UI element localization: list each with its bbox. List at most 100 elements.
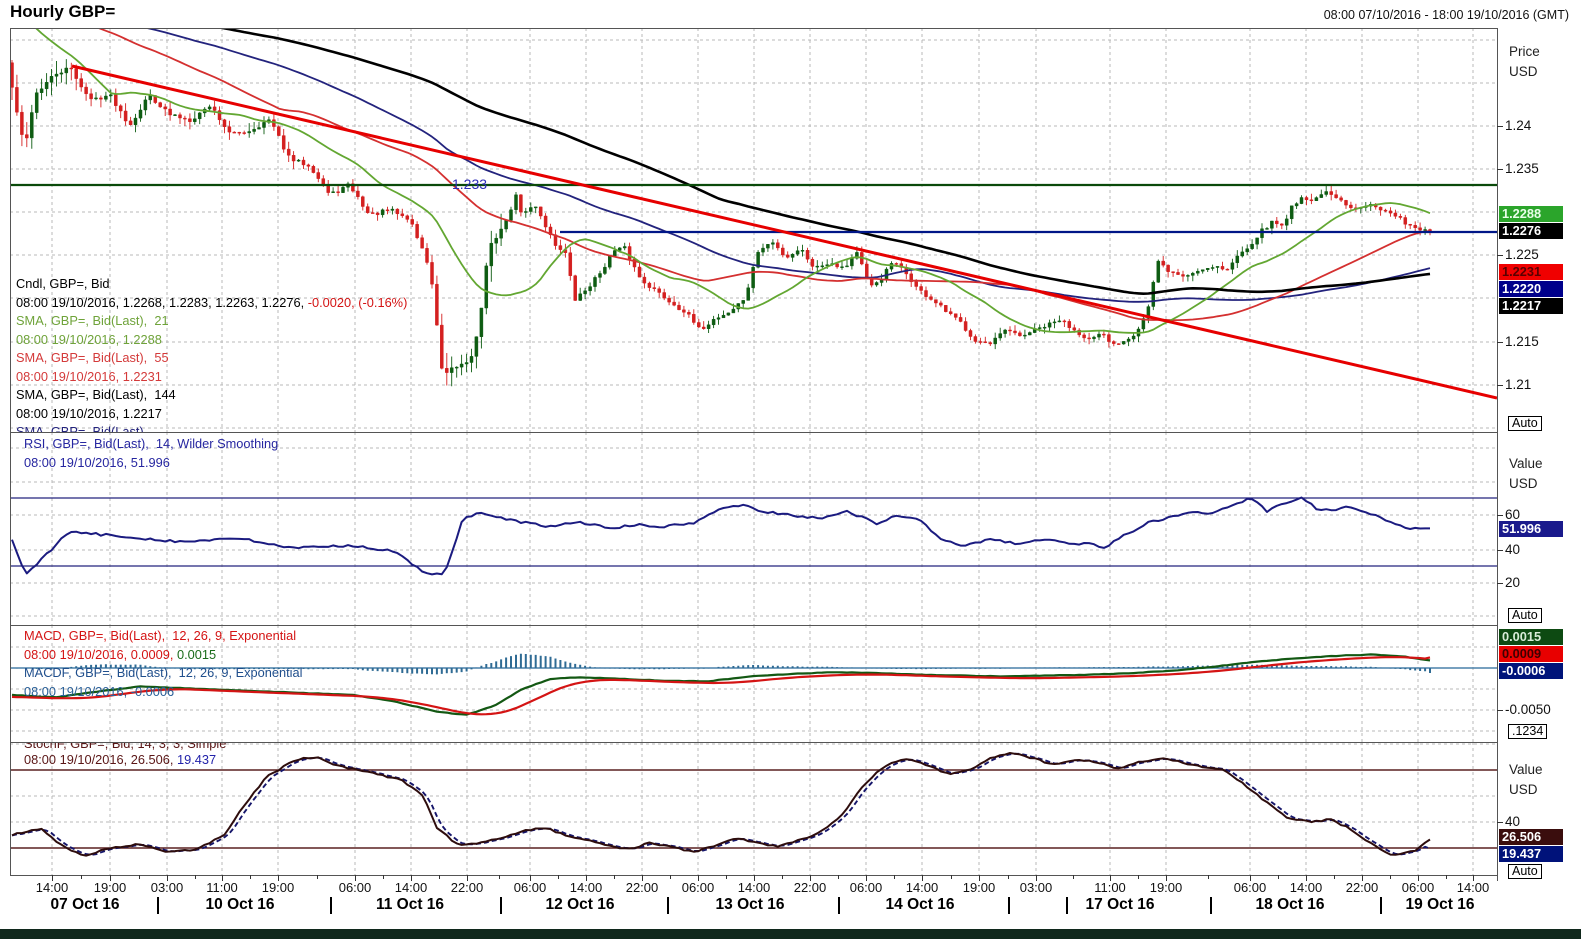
- date-separator: [1210, 897, 1212, 914]
- time-tickmark: [222, 875, 223, 881]
- date-label: 13 Oct 16: [716, 896, 785, 914]
- legend-line: 08:00 19/10/2016, 51.996: [24, 456, 170, 471]
- time-tick-label: 19:00: [262, 880, 295, 895]
- rsi-axis-tick-label: 40: [1505, 542, 1520, 557]
- time-tick-label: 22:00: [451, 880, 484, 895]
- legend-text: SMA, GBP=, Bid(Last), 21: [16, 313, 169, 328]
- rsi-axis-auto-button[interactable]: Auto: [1508, 608, 1542, 623]
- time-tick-label: 06:00: [682, 880, 715, 895]
- time-minor-tickmark: [1334, 875, 1335, 879]
- time-tickmark: [167, 875, 168, 881]
- price-axis-tick-label: 1.235: [1505, 161, 1539, 176]
- price-axis-badge: 1.2220: [1499, 281, 1563, 297]
- time-tickmark: [979, 875, 980, 881]
- date-separator: [667, 897, 669, 914]
- date-separator: [330, 897, 332, 914]
- sma-21-line: [12, 28, 1430, 333]
- time-tick-label: 19:00: [1150, 880, 1183, 895]
- legend-text: 08:00 19/10/2016, 0.0009,: [24, 647, 173, 662]
- stoch-k-line: [12, 753, 1430, 856]
- panel-separator-rsi-macd: [10, 625, 1497, 626]
- time-tick-label: 14:00: [1290, 880, 1323, 895]
- value-axis-title: USD: [1509, 476, 1538, 491]
- bottom-bar: [0, 929, 1581, 939]
- time-tick-label: 14:00: [36, 880, 69, 895]
- price-axis-tickmark: [1497, 126, 1503, 127]
- date-separator: [838, 897, 840, 914]
- macd-axis-format-box[interactable]: .1234: [1508, 724, 1547, 739]
- value-axis-title: Value: [1509, 456, 1543, 471]
- price-axis-tickmark: [1497, 342, 1503, 343]
- time-tick-label: 19:00: [94, 880, 127, 895]
- time-minor-tickmark: [195, 875, 196, 879]
- rsi-axis-tickmark: [1497, 515, 1503, 516]
- time-tick-label: 14:00: [570, 880, 603, 895]
- time-tick-label: 22:00: [626, 880, 659, 895]
- sma-navy-line: [12, 28, 1430, 302]
- sma-55-line: [12, 28, 1430, 320]
- time-tick-label: 11:00: [206, 880, 238, 895]
- legend-text: RSI, GBP=, Bid(Last), 14, Wilder Smoothi…: [24, 436, 278, 451]
- legend-text: MACDF, GBP=, Bid(Last), 12, 26, 9, Expon…: [24, 665, 302, 680]
- time-minor-tickmark: [1073, 875, 1074, 879]
- price-axis-tick-label: 1.225: [1505, 247, 1539, 262]
- time-tick-label: 06:00: [514, 880, 547, 895]
- hline-price-label: 1.233: [452, 176, 487, 192]
- time-tickmark: [530, 875, 531, 881]
- time-minor-tickmark: [439, 875, 440, 879]
- time-minor-tickmark: [1390, 875, 1391, 879]
- legend-line: 08:00 19/10/2016, 1.2231: [16, 370, 162, 385]
- legend-text: -0.0020, (-0.16%): [304, 295, 407, 310]
- time-tick-label: 22:00: [794, 880, 827, 895]
- legend-line: 08:00 19/10/2016, 1.2217: [16, 407, 162, 422]
- price-axis-badge: 1.2288: [1499, 206, 1563, 222]
- rsi-axis-tickmark: [1497, 550, 1503, 551]
- time-minor-tickmark: [1008, 875, 1009, 879]
- price-axis-auto-button[interactable]: Auto: [1508, 416, 1542, 431]
- price-axis-tick-label: 1.21: [1505, 377, 1531, 392]
- legend-line: MACDF, GBP=, Bid(Last), 12, 26, 9, Expon…: [24, 666, 302, 681]
- stoch-axis-tickmark: [1497, 822, 1503, 823]
- legend-line: StochF, GBP=, Bid, 14, 3, 3, Simple: [24, 743, 226, 752]
- time-tick-label: 06:00: [339, 880, 372, 895]
- time-tick-label: 06:00: [1234, 880, 1267, 895]
- value-axis-title: Price: [1509, 44, 1540, 59]
- macd-axis-tickmark: [1497, 710, 1503, 711]
- time-minor-tickmark: [894, 875, 895, 879]
- rsi-panel-canvas[interactable]: [10, 432, 1497, 625]
- stoch-axis-badge: 26.506: [1499, 829, 1563, 845]
- price-panel-canvas[interactable]: [10, 28, 1497, 432]
- time-tick-label: 14:00: [906, 880, 939, 895]
- legend-text: 08:00 19/10/2016, 26.506,: [24, 752, 173, 767]
- stoch-axis-tick-label: 40: [1505, 814, 1520, 829]
- date-separator: [1380, 897, 1382, 914]
- legend-text: 08:00 19/10/2016, -0.0006: [24, 684, 174, 699]
- macd-axis-tick-label: -0.0050: [1505, 702, 1551, 717]
- rsi-line: [12, 498, 1430, 575]
- time-tick-label: 03:00: [1020, 880, 1053, 895]
- rsi-axis-tick-label: 60: [1505, 507, 1520, 522]
- stoch-axis-auto-button[interactable]: Auto: [1508, 864, 1542, 879]
- price-axis-tickmark: [1497, 169, 1503, 170]
- stoch-panel-canvas[interactable]: [10, 742, 1497, 875]
- legend-line: 08:00 19/10/2016, 1.2288: [16, 333, 162, 348]
- value-axis-line[interactable]: [1497, 28, 1498, 881]
- price-axis-tickmark: [1497, 385, 1503, 386]
- time-tick-label: 06:00: [850, 880, 883, 895]
- time-tickmark: [278, 875, 279, 881]
- time-tickmark: [52, 875, 53, 881]
- date-label: 10 Oct 16: [206, 896, 275, 914]
- time-tick-label: 19:00: [963, 880, 996, 895]
- price-axis-tick-label: 1.215: [1505, 334, 1539, 349]
- date-label: 18 Oct 16: [1256, 896, 1325, 914]
- time-tick-label: 06:00: [1402, 880, 1435, 895]
- time-minor-tickmark: [139, 875, 140, 879]
- legend-text: 08:00 19/10/2016, 51.996: [24, 455, 170, 470]
- sma-144-line: [12, 28, 1430, 294]
- time-tick-label: 03:00: [151, 880, 184, 895]
- legend-line: SMA, GBP=, Bid(Last), 55: [16, 351, 169, 366]
- time-minor-tickmark: [1208, 875, 1209, 879]
- time-tickmark: [1166, 875, 1167, 881]
- time-tick-label: 14:00: [1457, 880, 1490, 895]
- time-minor-tickmark: [250, 875, 251, 879]
